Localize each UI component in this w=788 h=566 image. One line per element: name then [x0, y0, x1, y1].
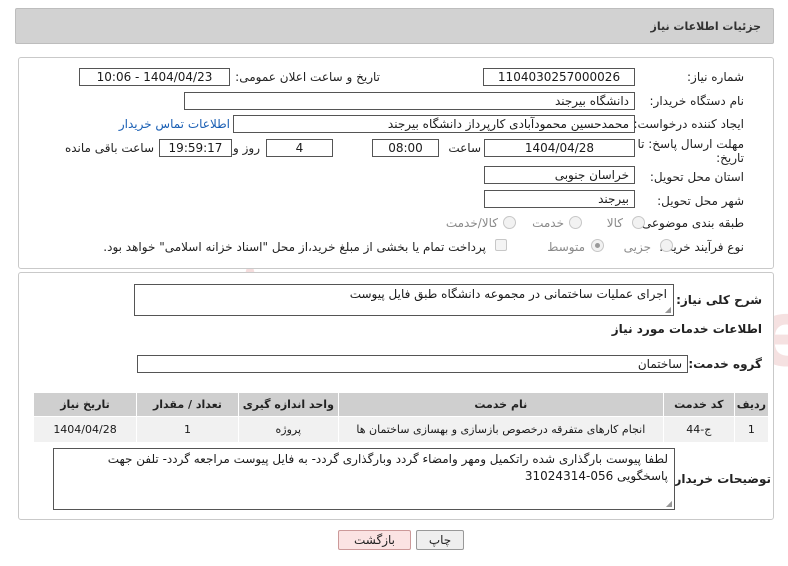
remaining-label: ساعت باقی مانده	[64, 141, 154, 155]
process-option-medium: متوسط	[547, 240, 585, 254]
cell-need-date: 1404/04/28	[32, 416, 138, 443]
announce-datetime-field: 1404/04/23 - 10:06	[79, 68, 230, 86]
remaining-time-field: 19:59:17	[159, 139, 232, 157]
col-need-date: تاریخ نیاز	[32, 392, 138, 417]
cell-service-name: انجام کارهای متفرقه درخصوص بازسازی و بهس…	[337, 416, 664, 443]
process-radio-medium[interactable]	[591, 239, 604, 252]
need-number-label: شماره نیاز:	[687, 70, 744, 84]
col-row: ردیف	[733, 392, 770, 417]
summary-textarea: اجرای عملیات ساختمانی در مجموعه دانشگاه …	[134, 284, 674, 316]
deadline-time-field: 08:00	[372, 139, 439, 157]
page-title: جزئیات اطلاعات نیاز	[650, 20, 762, 33]
deadline-label: مهلت ارسال پاسخ: تا	[637, 137, 744, 151]
category-radio-service[interactable]	[569, 216, 582, 229]
summary-text: اجرای عملیات ساختمانی در مجموعه دانشگاه …	[349, 287, 667, 301]
category-radio-goods-service[interactable]	[503, 216, 516, 229]
services-table: ردیف کد خدمت نام خدمت واحد اندازه گیری ت…	[32, 392, 770, 443]
cell-row: 1	[733, 416, 770, 443]
cell-quantity: 1	[136, 416, 239, 443]
services-table-header: ردیف کد خدمت نام خدمت واحد اندازه گیری ت…	[32, 392, 770, 417]
print-button[interactable]: چاپ	[416, 530, 464, 550]
category-option-goods-service: کالا/خدمت	[445, 216, 498, 230]
process-radio-minor[interactable]	[660, 239, 673, 252]
process-option-minor: جزیی	[623, 240, 651, 254]
col-quantity: تعداد / مقدار	[136, 392, 239, 417]
buyer-contact-link[interactable]: اطلاعات تماس خریدار	[119, 117, 230, 131]
treasury-payment-checkbox[interactable]	[495, 239, 507, 251]
province-label: استان محل تحویل:	[649, 170, 744, 184]
remaining-days-field: 4	[266, 139, 333, 157]
services-section-title: اطلاعات خدمات مورد نیاز	[611, 322, 762, 336]
buyer-org-field: دانشگاه بیرجند	[184, 92, 635, 110]
resize-grip-icon: ◢	[664, 305, 671, 314]
buyer-notes-text: لطفا پیوست بارگذاری شده راتکمیل ومهر وام…	[107, 452, 668, 483]
col-unit: واحد اندازه گیری	[237, 392, 339, 417]
cell-service-code: ج-44	[662, 416, 735, 443]
need-info-box	[18, 57, 774, 269]
deadline-time-label: ساعت	[448, 141, 481, 155]
category-radio-goods[interactable]	[632, 216, 645, 229]
days-label: روز و	[233, 141, 260, 155]
deadline-date-field: 1404/04/28	[484, 139, 635, 157]
cell-unit: پروژه	[237, 416, 339, 443]
buyer-org-label: نام دستگاه خریدار:	[649, 94, 745, 108]
treasury-payment-note: پرداخت تمام یا بخشی از مبلغ خرید،از محل …	[103, 240, 486, 254]
col-service-name: نام خدمت	[337, 392, 664, 417]
city-field: بیرجند	[484, 190, 635, 208]
table-row: 1 ج-44 انجام کارهای متفرقه درخصوص بازساز…	[32, 416, 770, 443]
creator-label: ایجاد کننده درخواست:	[633, 117, 744, 131]
summary-label: شرح کلی نیاز:	[676, 293, 762, 307]
province-field: خراسان جنوبی	[484, 166, 635, 184]
category-option-goods: کالا	[606, 216, 623, 230]
col-service-code: کد خدمت	[662, 392, 735, 417]
resize-grip-icon: ◢	[665, 499, 672, 508]
service-group-field: ساختمان	[137, 355, 688, 373]
service-group-label: گروه خدمت:	[688, 357, 762, 371]
buyer-notes-label: توضیحات خریدار:	[669, 472, 771, 486]
creator-field: محمدحسین محمودآبادی کارپرداز دانشگاه بیر…	[233, 115, 635, 133]
buyer-notes-textarea: لطفا پیوست بارگذاری شده راتکمیل ومهر وام…	[53, 448, 675, 510]
need-number-field: 1104030257000026	[483, 68, 635, 86]
category-label: طبقه بندی موضوعی:	[637, 216, 744, 230]
header-panel: جزئیات اطلاعات نیاز	[15, 8, 774, 44]
announce-label: تاریخ و ساعت اعلان عمومی:	[235, 70, 380, 84]
deadline-date-label: تاریخ:	[716, 151, 744, 165]
category-option-service: خدمت	[532, 216, 564, 230]
back-button[interactable]: بازگشت	[338, 530, 411, 550]
city-label: شهر محل تحویل:	[657, 194, 744, 208]
